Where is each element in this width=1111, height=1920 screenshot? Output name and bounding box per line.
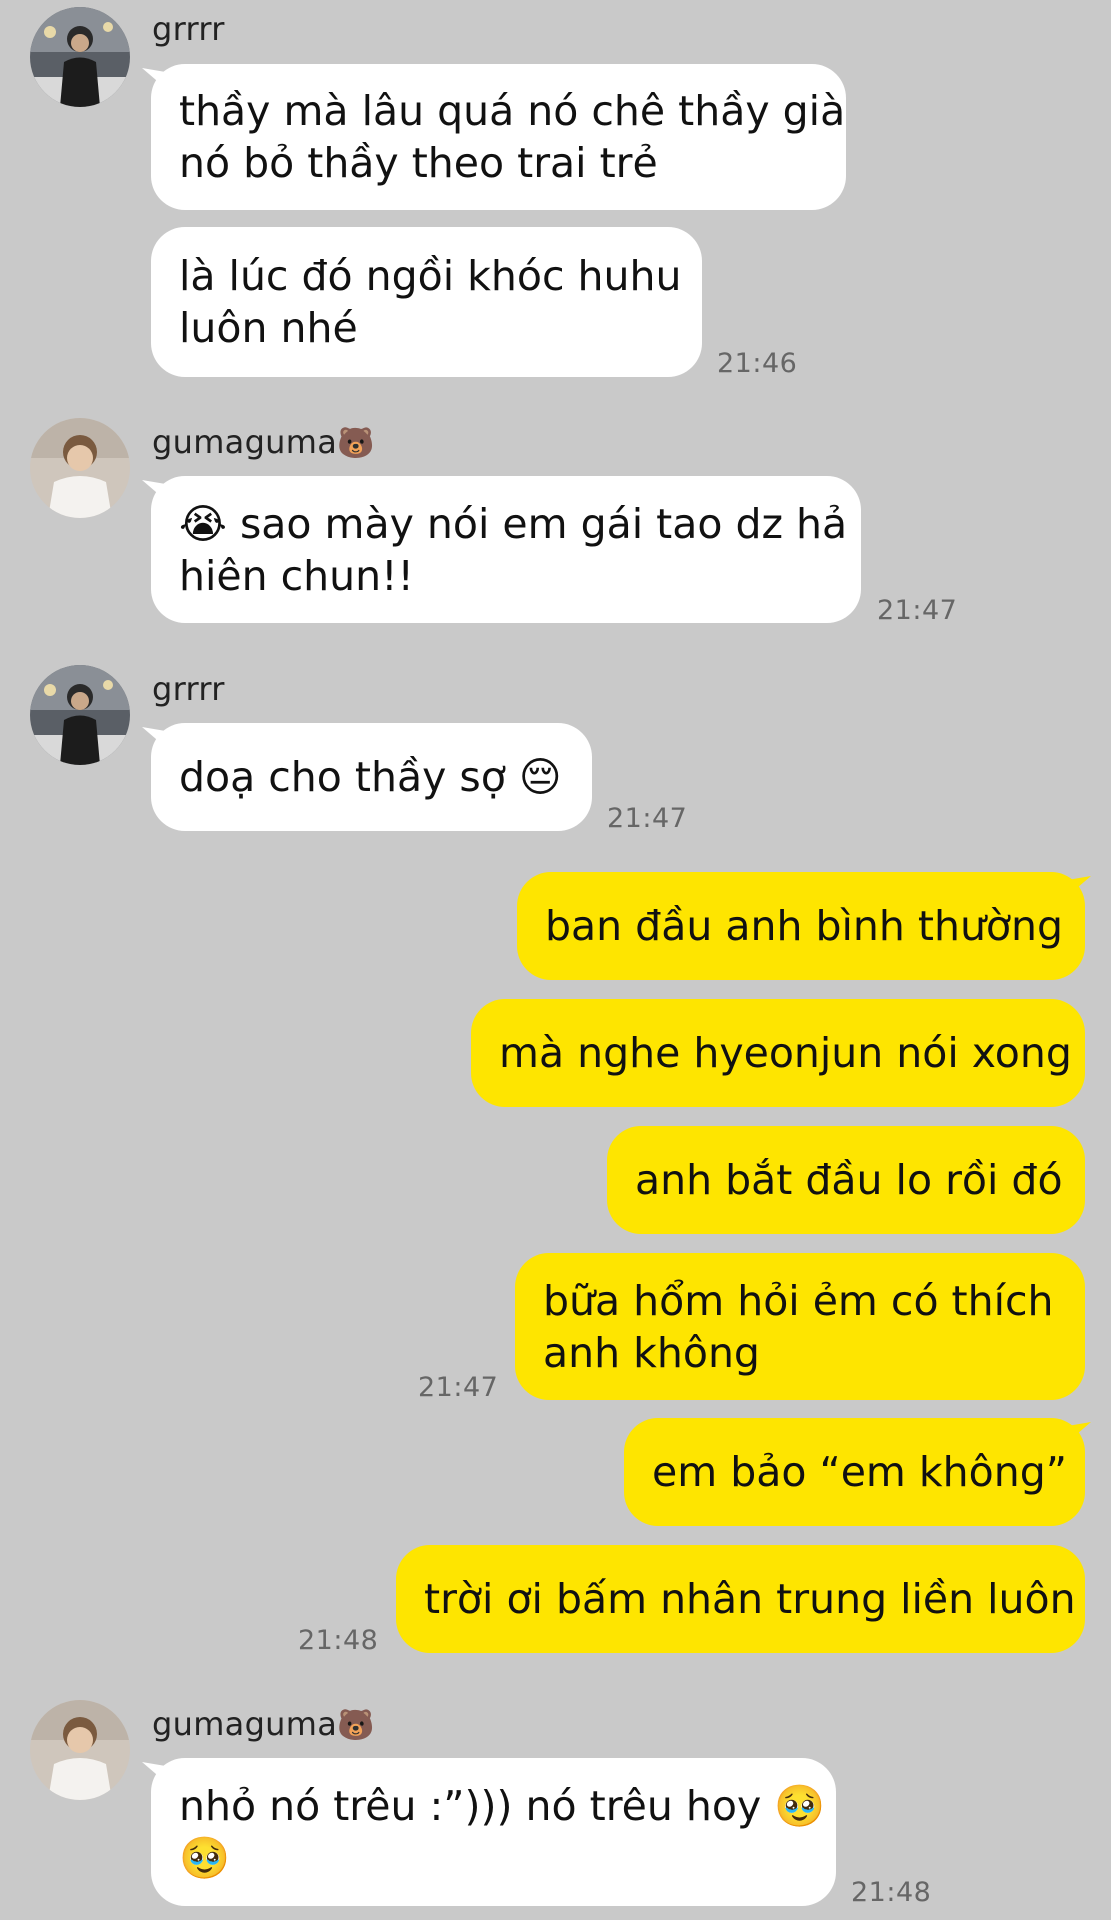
avatar-gumaguma[interactable] (30, 1700, 130, 1800)
message-text: là lúc đó ngồi khóc huhu (179, 252, 682, 300)
message-text: 😭 sao mày nói em gái tao dz hả (179, 499, 848, 548)
sender-name-text: grrrr (152, 10, 225, 48)
sender-name-text: gumaguma (152, 1705, 338, 1743)
sender-name: gumaguma🐻 (152, 423, 375, 461)
message-bubble[interactable]: doạ cho thầy sợ 😔 (151, 723, 592, 831)
avatar-gumaguma[interactable] (30, 418, 130, 518)
chat-window[interactable]: grrrr thầy mà lâu quá nó chê thầy già nó… (0, 0, 1111, 1920)
message-text: hiên chun!! (179, 551, 414, 600)
message-bubble[interactable]: 😭 sao mày nói em gái tao dz hả hiên chun… (151, 476, 861, 623)
message-text: nhỏ nó trêu :”))) nó trêu hoy 🥹 (179, 1782, 826, 1830)
bear-icon: 🐻 (337, 1708, 375, 1743)
message-bubble[interactable]: thầy mà lâu quá nó chê thầy già nó bỏ th… (151, 64, 846, 210)
message-bubble[interactable]: trời ơi bấm nhân trung liền luôn (396, 1545, 1085, 1653)
timestamp: 21:48 (298, 1625, 379, 1656)
message-text: bữa hổm hỏi ẻm có thích (543, 1276, 1054, 1325)
profile-photo-icon (30, 1700, 130, 1800)
message-bubble[interactable]: mà nghe hyeonjun nói xong (471, 999, 1085, 1107)
message-text: ban đầu anh bình thường (545, 902, 1064, 950)
message-text: anh bắt đầu lo rồi đó (635, 1156, 1063, 1204)
timestamp: 21:47 (418, 1372, 499, 1403)
timestamp: 21:46 (717, 348, 798, 379)
avatar-grrrr[interactable] (30, 7, 130, 107)
timestamp: 21:47 (877, 595, 958, 626)
message-text: luôn nhé (179, 304, 358, 352)
message-text: doạ cho thầy sợ 😔 (179, 753, 562, 801)
message-text: nó bỏ thầy theo trai trẻ (179, 139, 658, 187)
profile-photo-icon (30, 7, 130, 107)
message-bubble[interactable]: em bảo “em không” (624, 1418, 1085, 1526)
message-text: trời ơi bấm nhân trung liền luôn (424, 1575, 1076, 1623)
profile-photo-icon (30, 418, 130, 518)
sender-name-text: grrrr (152, 670, 225, 708)
sender-name: gumaguma🐻 (152, 1705, 375, 1743)
message-bubble[interactable]: ban đầu anh bình thường (517, 872, 1085, 980)
avatar-grrrr[interactable] (30, 665, 130, 765)
sender-name: grrrr (152, 10, 225, 48)
message-text: thầy mà lâu quá nó chê thầy già (179, 87, 846, 135)
message-text: em bảo “em không” (652, 1448, 1067, 1496)
message-bubble[interactable]: anh bắt đầu lo rồi đó (607, 1126, 1085, 1234)
bear-icon: 🐻 (337, 426, 375, 461)
timestamp: 21:47 (607, 803, 688, 834)
message-bubble[interactable]: bữa hổm hỏi ẻm có thích anh không (515, 1253, 1085, 1400)
message-bubble[interactable]: nhỏ nó trêu :”))) nó trêu hoy 🥹 🥹 (151, 1758, 836, 1906)
message-text: anh không (543, 1328, 760, 1377)
sender-name: grrrr (152, 670, 225, 708)
message-text: mà nghe hyeonjun nói xong (499, 1029, 1072, 1077)
timestamp: 21:48 (851, 1877, 932, 1908)
message-bubble[interactable]: là lúc đó ngồi khóc huhu luôn nhé (151, 227, 702, 377)
message-text: 🥹 (179, 1834, 231, 1882)
sender-name-text: gumaguma (152, 423, 338, 461)
profile-photo-icon (30, 665, 130, 765)
